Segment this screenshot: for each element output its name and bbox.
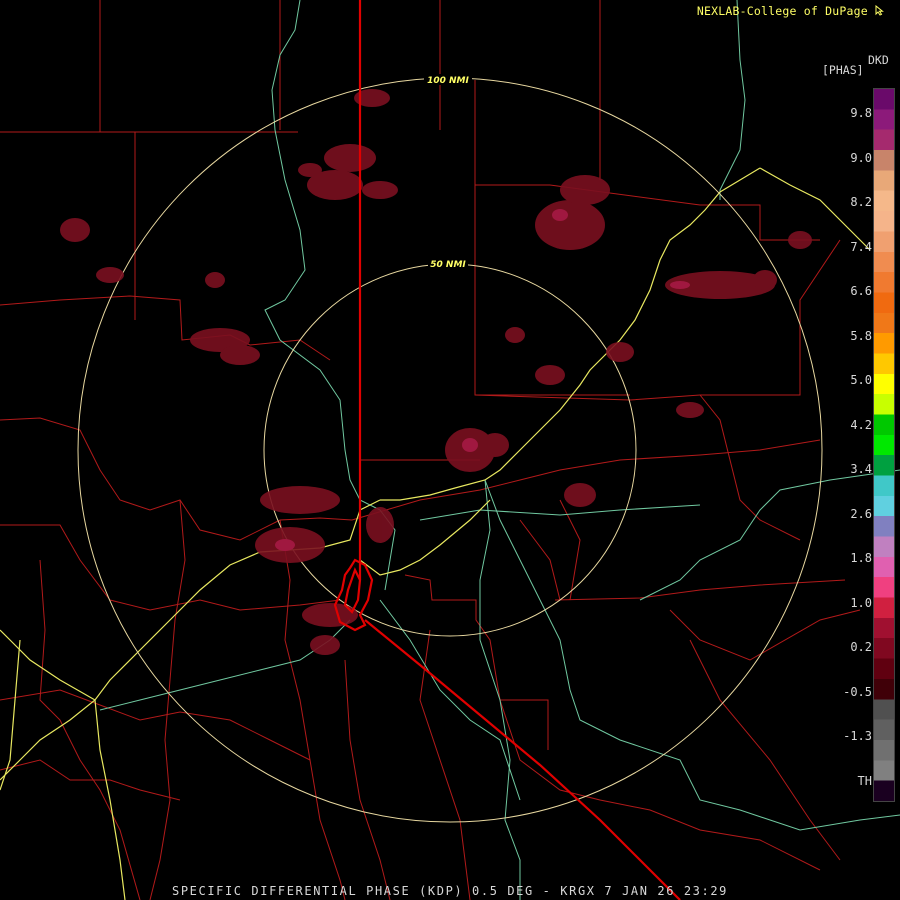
colorbar-label: 2.6 xyxy=(850,506,872,521)
colorbar-label: TH xyxy=(857,773,872,788)
colorbar-label: 6.6 xyxy=(850,284,872,298)
colorbar-labels: 9.8 9.0 8.2 7.4 6.6 5.8 5.0 4.2 3.4 2.6 1.8 1.0 0.2 -… xyxy=(818,0,872,900)
colorbar-label: 3.4 xyxy=(850,462,872,476)
mouse-cursor-icon xyxy=(875,4,884,16)
colorbar xyxy=(873,88,895,802)
colorbar-label: -0.5 xyxy=(843,684,872,699)
colorbar-label: 4.2 xyxy=(850,417,872,432)
range-ring-label-50: 50 NMI xyxy=(430,260,466,270)
county-boundaries xyxy=(0,0,861,900)
radar-display: 100 NMI 50 NMI NEXLAB-College of DuPage … xyxy=(0,0,900,900)
product-caption: SPECIFIC DIFFERENTIAL PHASE (KDP) 0.5 DE… xyxy=(172,884,728,898)
colorbar-label: 1.8 xyxy=(850,551,872,565)
colorbar-label: 5.8 xyxy=(850,328,872,343)
colorbar-label: 5.0 xyxy=(850,373,872,387)
colorbar-label: 7.4 xyxy=(850,239,872,254)
colorbar-label: 8.2 xyxy=(850,195,872,209)
colorbar-label: -1.3 xyxy=(843,729,872,743)
colorbar-label: 0.2 xyxy=(850,640,872,654)
radar-map: 100 NMI 50 NMI xyxy=(0,0,900,900)
colorbar-label: 9.0 xyxy=(850,150,872,165)
range-ring-label-100: 100 NMI xyxy=(427,76,469,86)
colorbar-label: 9.8 xyxy=(850,106,872,120)
colorbar-label: 1.0 xyxy=(850,595,872,610)
